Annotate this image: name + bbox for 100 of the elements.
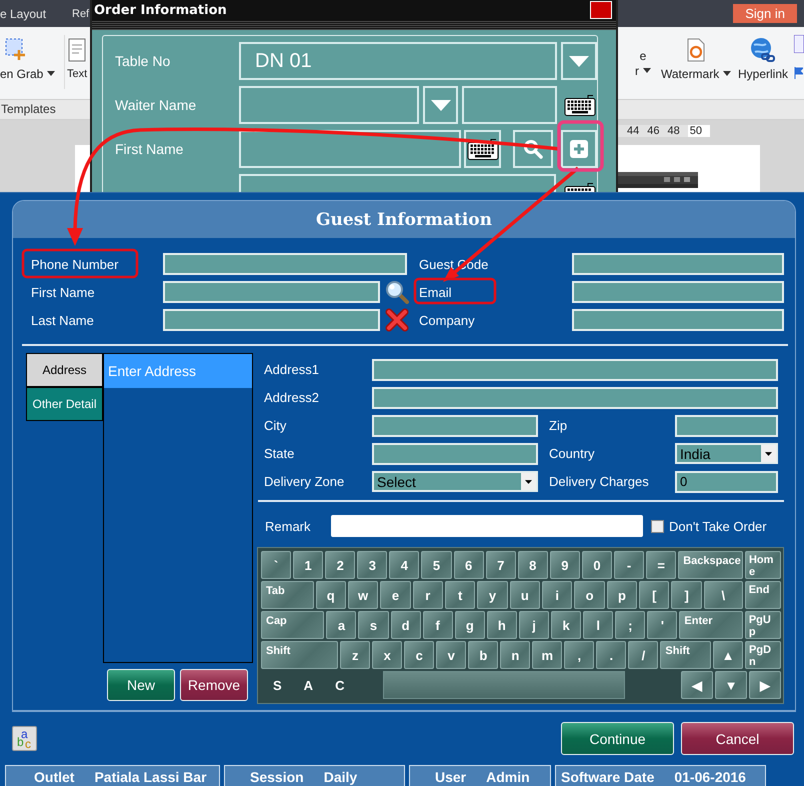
keyboard-key[interactable]: Cap [261, 611, 324, 639]
ribbon-button[interactable]: Watermark [661, 27, 738, 99]
keyboard-key[interactable]: 7 [486, 551, 516, 579]
keyboard-key[interactable]: 0 [582, 551, 612, 579]
ribbon-button[interactable]: e r [635, 27, 661, 99]
keyboard-key[interactable]: y [477, 581, 508, 609]
keyboard-key[interactable]: ▶ [749, 671, 781, 699]
text-field[interactable] [372, 414, 538, 436]
list-button[interactable]: Remove [180, 669, 248, 701]
keyboard-key[interactable]: m [532, 641, 562, 669]
keyboard-key[interactable]: 6 [454, 551, 484, 579]
keyboard-key[interactable]: Tab [261, 581, 314, 609]
keyboard-key[interactable]: g [454, 611, 485, 639]
keyboard-key[interactable]: ] [671, 581, 702, 609]
keyboard-key[interactable]: x [372, 641, 402, 669]
keyboard-key[interactable]: s [358, 611, 389, 639]
keyboard-key[interactable]: k [551, 611, 582, 639]
dropdown-field[interactable]: India [675, 443, 778, 464]
keyboard-key[interactable]: ; [615, 611, 646, 639]
keyboard-key[interactable]: Home [744, 551, 782, 579]
keyboard-key[interactable]: = [646, 551, 676, 579]
keyboard-key[interactable]: [ [639, 581, 670, 609]
keyboard-key[interactable]: 1 [293, 551, 324, 579]
keyboard-key[interactable]: 5 [421, 551, 452, 579]
spelling-button[interactable]: a bc [12, 726, 37, 751]
keyboard-key[interactable]: Backspace [678, 551, 743, 579]
text-field[interactable] [239, 130, 461, 168]
table-number-field[interactable]: DN 01 [239, 42, 557, 80]
keyboard-key[interactable]: n [500, 641, 530, 669]
keyboard-icon[interactable] [564, 93, 596, 117]
keyboard-key[interactable]: / [628, 641, 658, 669]
keyboard-key[interactable]: j [518, 611, 550, 639]
keyboard-key[interactable]: ' [647, 611, 678, 639]
keyboard-key[interactable]: Shift [660, 641, 712, 669]
space-bar[interactable] [382, 671, 625, 699]
text-field[interactable] [372, 386, 778, 408]
sign-in-button[interactable]: Sign in [733, 4, 797, 23]
text-field[interactable] [675, 414, 778, 436]
keyboard-key[interactable]: t [444, 581, 476, 609]
keyboard-button[interactable] [464, 130, 501, 168]
text-field[interactable] [572, 253, 784, 275]
dropdown-button[interactable] [423, 86, 458, 124]
remark-field[interactable] [331, 515, 643, 537]
keyboard-key[interactable]: End [744, 581, 782, 609]
tab[interactable]: Other Detail [26, 387, 103, 421]
keyboard-key[interactable]: Shift [261, 641, 338, 669]
list-item[interactable]: Enter Address [104, 354, 252, 388]
keyboard-key[interactable]: ▼ [715, 671, 748, 699]
keyboard-key[interactable]: Enter [679, 611, 743, 639]
keyboard-key[interactable]: f [422, 611, 453, 639]
tab[interactable]: Address [26, 353, 103, 387]
dropdown-field[interactable]: Select [372, 471, 538, 492]
ribbon-button[interactable]: en Grab [0, 27, 62, 99]
text-field[interactable] [572, 281, 784, 303]
text-field[interactable] [572, 309, 784, 331]
menu-tab[interactable]: Ref [72, 8, 90, 20]
dialog-button[interactable]: Continue [561, 722, 674, 755]
checkbox[interactable] [651, 520, 664, 532]
text-field[interactable] [372, 442, 538, 464]
text-field[interactable] [163, 281, 380, 303]
keyboard-key[interactable]: r [412, 581, 443, 609]
keyboard-key[interactable]: - [614, 551, 644, 579]
keyboard-key[interactable]: c [404, 641, 434, 669]
text-field[interactable] [372, 358, 778, 380]
close-button[interactable] [590, 1, 612, 19]
search-icon[interactable] [385, 280, 409, 304]
keyboard-key[interactable]: 8 [518, 551, 548, 579]
dropdown-button[interactable] [561, 42, 597, 80]
keyboard-key[interactable]: 3 [357, 551, 388, 579]
keyboard-key[interactable]: b [468, 641, 498, 669]
text-field[interactable] [163, 253, 407, 275]
text-field[interactable] [163, 309, 380, 331]
add-button[interactable] [561, 130, 597, 168]
keyboard-key[interactable]: p [606, 581, 638, 609]
keyboard-key[interactable]: . [596, 641, 626, 669]
keyboard-key[interactable]: e [380, 581, 411, 609]
keyboard-key[interactable]: ▲ [713, 641, 744, 669]
keyboard-key[interactable]: PgDn [745, 641, 782, 669]
keyboard-key[interactable]: ◀ [681, 671, 714, 699]
text-field[interactable] [462, 86, 558, 124]
keyboard-key[interactable]: h [486, 611, 517, 639]
keyboard-key[interactable]: q [316, 581, 346, 609]
search-button[interactable] [513, 130, 553, 168]
keyboard-key[interactable]: w [348, 581, 378, 609]
ribbon-button[interactable]: Hyperlink [738, 27, 794, 99]
keyboard-key[interactable]: d [390, 611, 421, 639]
keyboard-key[interactable]: 9 [550, 551, 580, 579]
keyboard-key[interactable]: a [326, 611, 356, 639]
ribbon-button[interactable]: Text [67, 27, 89, 99]
keyboard-key[interactable]: v [436, 641, 466, 669]
keyboard-key[interactable]: o [574, 581, 605, 609]
keyboard-key[interactable]: z [340, 641, 370, 669]
list-button[interactable]: New [107, 669, 175, 701]
text-field[interactable] [239, 86, 420, 124]
text-field[interactable]: 0 [675, 470, 778, 492]
keyboard-key[interactable]: ` [261, 551, 292, 579]
dialog-button[interactable]: Cancel [681, 722, 794, 755]
menu-tab[interactable]: e Layout [0, 6, 72, 20]
keyboard-key[interactable]: i [542, 581, 572, 609]
keyboard-key[interactable]: 4 [389, 551, 420, 579]
